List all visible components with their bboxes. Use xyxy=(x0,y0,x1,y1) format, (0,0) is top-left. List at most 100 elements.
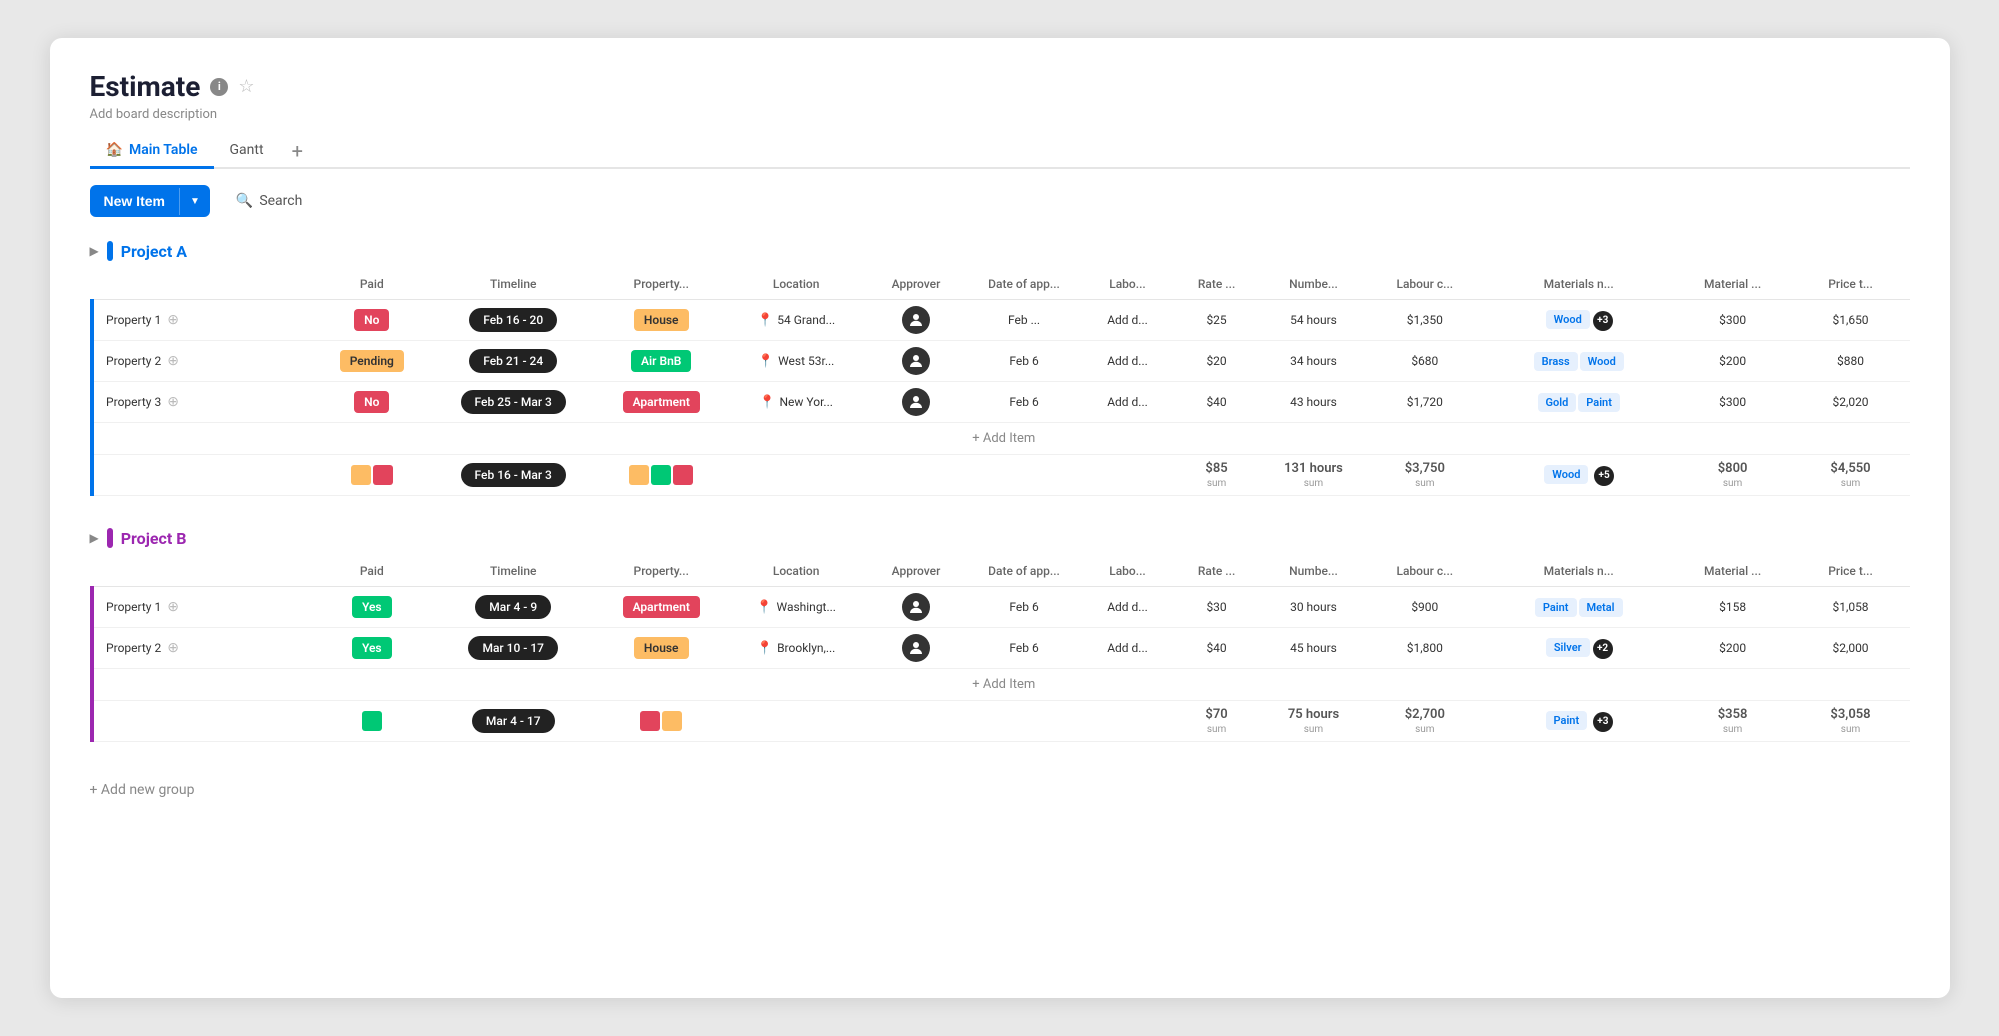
col-b-header-approver[interactable]: Approver xyxy=(867,556,965,587)
col-header-approver[interactable]: Approver xyxy=(867,269,965,300)
row-materials: Wood+3 xyxy=(1484,300,1674,341)
row-property-type[interactable]: Apartment xyxy=(597,382,725,423)
add-subitem-icon[interactable]: ⊕ xyxy=(167,394,179,410)
col-b-header-matcost[interactable]: Material ... xyxy=(1674,556,1792,587)
row-materials: Silver+2 xyxy=(1484,628,1674,669)
col-header-matcost[interactable]: Material ... xyxy=(1674,269,1792,300)
row-name-label[interactable]: Property 1 xyxy=(106,313,161,327)
table-row: Property 1 ⊕ Yes Mar 4 - 9 Apartment 📍 W… xyxy=(92,587,1910,628)
col-header-rate[interactable]: Rate ... xyxy=(1172,269,1261,300)
location-pin-icon: 📍 xyxy=(757,641,773,656)
row-price-total: $2,020 xyxy=(1792,382,1910,423)
col-b-header-paid[interactable]: Paid xyxy=(314,556,429,587)
col-header-matn[interactable]: Materials n... xyxy=(1484,269,1674,300)
board-title: Estimate xyxy=(90,70,201,103)
row-timeline[interactable]: Mar 10 - 17 xyxy=(429,628,597,669)
row-paid[interactable]: Yes xyxy=(314,587,429,628)
group-b-title[interactable]: Project B xyxy=(121,529,187,548)
tab-add[interactable]: + xyxy=(280,135,315,167)
row-approver[interactable] xyxy=(867,587,965,628)
row-rate: $25 xyxy=(1172,300,1261,341)
new-item-button[interactable]: New Item ▼ xyxy=(90,185,210,217)
col-b-header-location[interactable]: Location xyxy=(725,556,866,587)
col-header-number[interactable]: Numbe... xyxy=(1261,269,1366,300)
row-name-label[interactable]: Property 3 xyxy=(106,395,161,409)
extra-badge: +2 xyxy=(1593,639,1613,659)
col-b-header-price[interactable]: Price t... xyxy=(1792,556,1910,587)
caret-down-icon[interactable]: ▼ xyxy=(179,188,210,215)
col-b-header-number[interactable]: Numbe... xyxy=(1261,556,1366,587)
row-name-label[interactable]: Property 2 xyxy=(106,354,161,368)
col-b-header-timeline[interactable]: Timeline xyxy=(429,556,597,587)
col-header-dateapp[interactable]: Date of app... xyxy=(965,269,1083,300)
col-b-header-matn[interactable]: Materials n... xyxy=(1484,556,1674,587)
add-new-group[interactable]: + Add new group xyxy=(90,774,1910,806)
row-location[interactable]: 📍 Washingt... xyxy=(725,587,866,628)
row-paid[interactable]: No xyxy=(314,382,429,423)
material-tag: Brass xyxy=(1534,352,1578,371)
collapse-icon[interactable]: ▶ xyxy=(90,244,99,258)
row-price-total: $880 xyxy=(1792,341,1910,382)
col-b-header-labour[interactable]: Labo... xyxy=(1083,556,1172,587)
add-item-label[interactable]: + Add Item xyxy=(98,423,1909,455)
avatar xyxy=(902,634,930,662)
collapse-b-icon[interactable]: ▶ xyxy=(90,531,99,545)
row-property-type[interactable]: House xyxy=(597,300,725,341)
col-b-header-labourc[interactable]: Labour c... xyxy=(1366,556,1484,587)
col-header-timeline[interactable]: Timeline xyxy=(429,269,597,300)
row-location[interactable]: 📍 54 Grand... xyxy=(725,300,866,341)
row-name-label[interactable]: Property 2 xyxy=(106,641,161,655)
row-approver[interactable] xyxy=(867,382,965,423)
board-header: Estimate i ☆ Add board description xyxy=(90,70,1910,122)
row-labour: Add d... xyxy=(1083,300,1172,341)
row-location[interactable]: 📍 West 53r... xyxy=(725,341,866,382)
col-header-paid[interactable]: Paid xyxy=(314,269,429,300)
tab-gantt[interactable]: Gantt xyxy=(214,134,280,169)
row-labour-cost: $1,350 xyxy=(1366,300,1484,341)
row-materials: PaintMetal xyxy=(1484,587,1674,628)
col-b-header-property[interactable]: Property... xyxy=(597,556,725,587)
add-item-row[interactable]: + Add Item xyxy=(92,669,1910,701)
row-approver[interactable] xyxy=(867,341,965,382)
col-b-header-dateapp[interactable]: Date of app... xyxy=(965,556,1083,587)
row-name-label[interactable]: Property 1 xyxy=(106,600,161,614)
row-property-type[interactable]: Apartment xyxy=(597,587,725,628)
row-location[interactable]: 📍 Brooklyn,... xyxy=(725,628,866,669)
row-material-cost: $300 xyxy=(1674,300,1792,341)
row-approver[interactable] xyxy=(867,628,965,669)
group-a-title[interactable]: Project A xyxy=(121,242,187,261)
add-subitem-icon[interactable]: ⊕ xyxy=(167,599,179,615)
add-subitem-icon[interactable]: ⊕ xyxy=(167,640,179,656)
col-header-property[interactable]: Property... xyxy=(597,269,725,300)
add-subitem-icon[interactable]: ⊕ xyxy=(167,353,179,369)
row-timeline[interactable]: Feb 21 - 24 xyxy=(429,341,597,382)
tab-main-table[interactable]: 🏠 Main Table xyxy=(90,134,214,169)
material-tag: Metal xyxy=(1579,598,1623,617)
col-header-labourc[interactable]: Labour c... xyxy=(1366,269,1484,300)
col-header-price[interactable]: Price t... xyxy=(1792,269,1910,300)
row-paid[interactable]: Pending xyxy=(314,341,429,382)
row-timeline[interactable]: Mar 4 - 9 xyxy=(429,587,597,628)
add-item-label[interactable]: + Add Item xyxy=(98,669,1909,701)
search-button[interactable]: 🔍 Search xyxy=(226,187,312,215)
row-timeline[interactable]: Feb 25 - Mar 3 xyxy=(429,382,597,423)
col-header-labour[interactable]: Labo... xyxy=(1083,269,1172,300)
row-location[interactable]: 📍 New Yor... xyxy=(725,382,866,423)
row-paid[interactable]: Yes xyxy=(314,628,429,669)
row-material-cost: $200 xyxy=(1674,341,1792,382)
sum-number: 75 hourssum xyxy=(1261,701,1366,742)
location-text: Brooklyn,... xyxy=(777,641,835,655)
row-paid[interactable]: No xyxy=(314,300,429,341)
row-date-app: Feb 6 xyxy=(965,628,1083,669)
add-item-row[interactable]: + Add Item xyxy=(92,423,1910,455)
row-property-type[interactable]: Air BnB xyxy=(597,341,725,382)
star-icon[interactable]: ☆ xyxy=(238,76,254,97)
row-approver[interactable] xyxy=(867,300,965,341)
row-rate: $40 xyxy=(1172,382,1261,423)
row-timeline[interactable]: Feb 16 - 20 xyxy=(429,300,597,341)
info-icon[interactable]: i xyxy=(210,78,228,96)
row-property-type[interactable]: House xyxy=(597,628,725,669)
col-b-header-rate[interactable]: Rate ... xyxy=(1172,556,1261,587)
add-subitem-icon[interactable]: ⊕ xyxy=(167,312,179,328)
col-header-location[interactable]: Location xyxy=(725,269,866,300)
